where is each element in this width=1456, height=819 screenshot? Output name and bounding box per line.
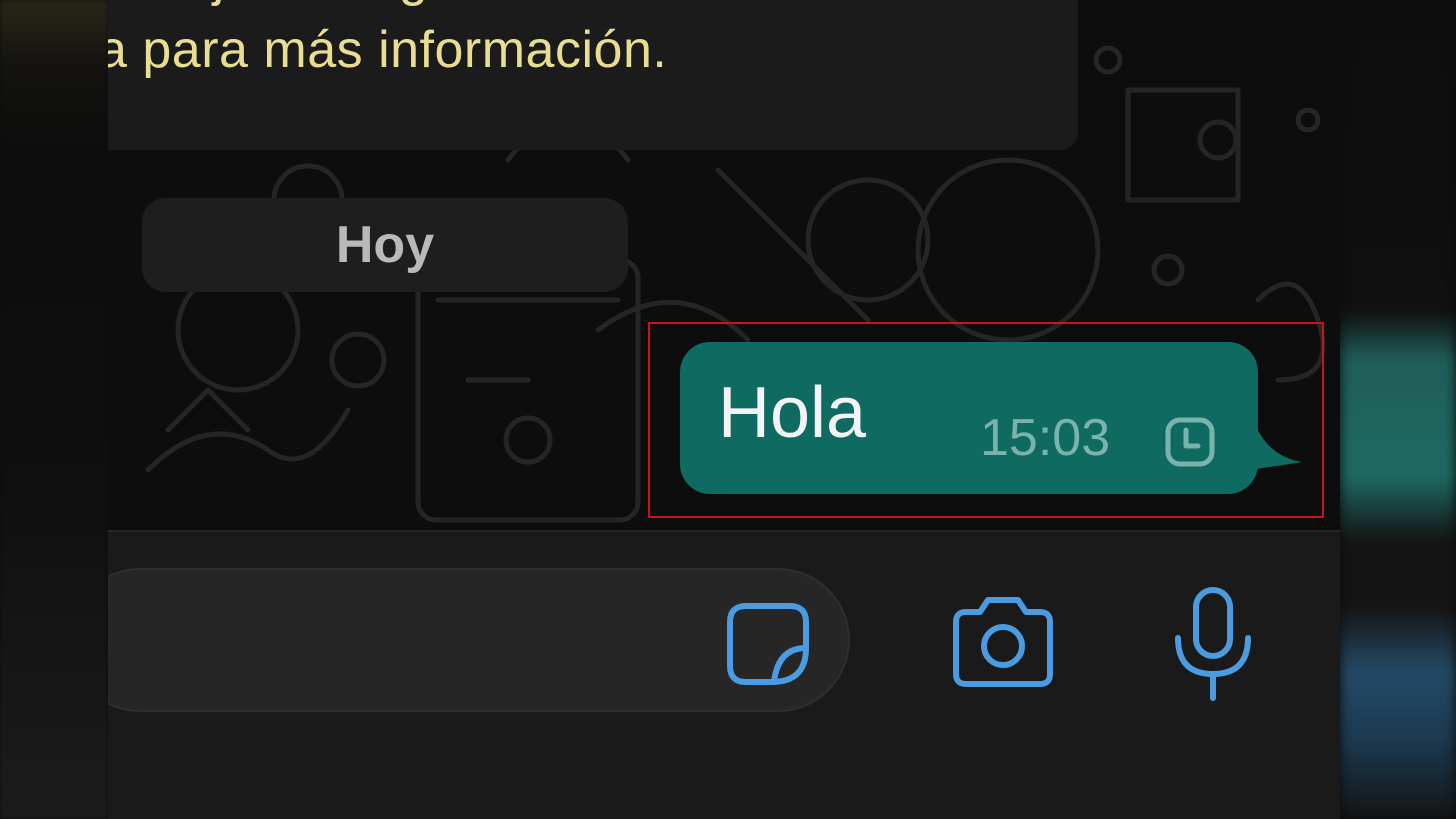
blurred-right-edge xyxy=(1340,0,1456,819)
security-info-banner[interactable]: ensaje de seguridad con Bille. a para má… xyxy=(108,0,1078,150)
sticker-icon[interactable] xyxy=(722,598,814,690)
microphone-icon[interactable] xyxy=(1172,586,1254,702)
blurred-left-edge xyxy=(0,0,108,819)
chat-screen: ensaje de seguridad con Bille. a para má… xyxy=(108,0,1340,819)
date-divider: Hoy xyxy=(142,198,628,292)
camera-icon[interactable] xyxy=(946,592,1060,692)
highlight-box xyxy=(648,322,1324,518)
date-divider-label: Hoy xyxy=(335,216,435,274)
composer-bar xyxy=(108,530,1340,819)
banner-text-line-1: ensaje de seguridad con Bille. xyxy=(108,0,807,8)
banner-text-line-2: a para más información. xyxy=(108,21,668,79)
